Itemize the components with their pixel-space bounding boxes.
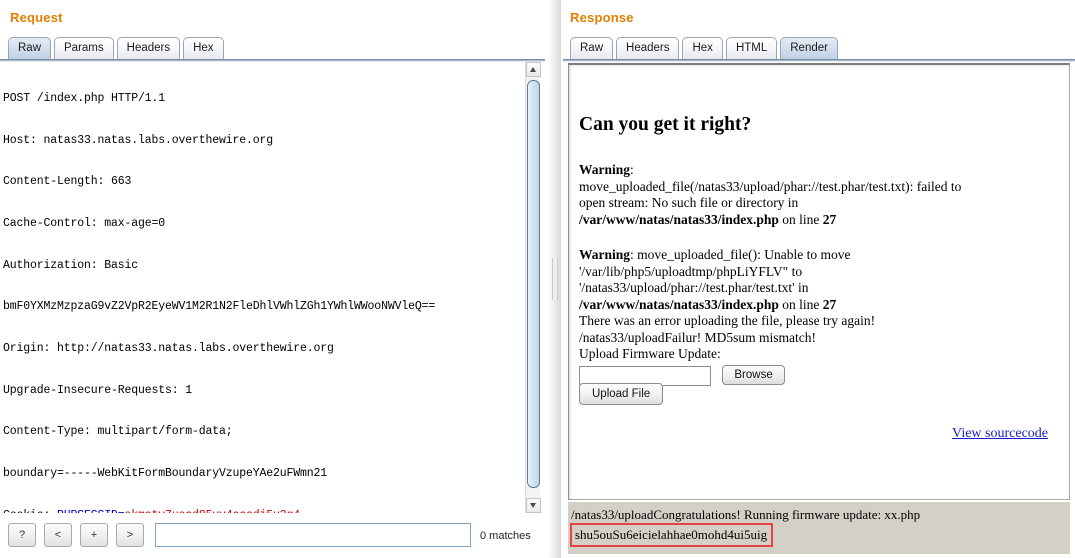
password-highlight-box: shu5ouSu6eicielahhae0mohd4ui5uig [570, 523, 773, 547]
tab-response-hex[interactable]: Hex [682, 37, 722, 59]
request-raw-text-area[interactable]: POST /index.php HTTP/1.1 Host: natas33.n… [0, 62, 545, 513]
request-line-cookie: Cookie: PHPSESSID=akmctv7uecd85vv4cccdj5… [3, 509, 523, 513]
request-line: Cache-Control: max-age=0 [3, 217, 523, 231]
warning-2-body-line2: '/var/lib/php5/uploadtmp/phpLiYFLV" to [579, 264, 1054, 281]
request-panel-title: Request [10, 10, 63, 25]
warning-1-label-line: Warning: [579, 162, 1054, 179]
search-add-button[interactable]: + [80, 523, 108, 547]
warning-2-on-line-text: on line [779, 297, 823, 312]
panel-splitter[interactable] [548, 0, 561, 558]
php-warning-2: Warning: move_uploaded_file(): Unable to… [579, 247, 1054, 363]
request-line: Upgrade-Insecure-Requests: 1 [3, 384, 523, 398]
request-line: boundary=-----WebKitFormBoundaryVzupeYAe… [3, 467, 523, 481]
request-line: Content-Type: multipart/form-data; [3, 425, 523, 439]
view-source-container: View sourcecode [579, 425, 1054, 443]
request-line: Authorization: Basic [3, 259, 523, 273]
warning-2-label-line: Warning: move_uploaded_file(): Unable to… [579, 247, 1054, 264]
search-help-button[interactable]: ? [8, 523, 36, 547]
request-line-authorization-token: bmF0YXMzMzpzaG9vZ2VpR2EyeWV1M2R1N2FleDhl… [3, 300, 523, 314]
warning-2-body-line1: move_uploaded_file(): Unable to move [637, 247, 850, 262]
warning-1-body-line2: open stream: No such file or directory i… [579, 195, 1054, 212]
upload-file-button[interactable]: Upload File [579, 383, 663, 405]
response-panel: Response Raw Headers Hex HTML Render Can… [563, 0, 1075, 558]
upload-error-line: There was an error uploading the file, p… [579, 313, 1054, 330]
burp-suite-window: Request Raw Params Headers Hex POST /ind… [0, 0, 1075, 558]
php-warning-1: Warning: move_uploaded_file(/natas33/upl… [579, 162, 1054, 228]
md5sum-mismatch-line: /natas33/uploadFailur! MD5sum mismatch! [579, 330, 1054, 347]
warning-1-line-number: 27 [823, 212, 837, 227]
view-sourcecode-link[interactable]: View sourcecode [952, 426, 1048, 441]
warning-2-body-line3: '/natas33/upload/phar://test.phar/test.t… [579, 280, 1054, 297]
tab-response-render[interactable]: Render [780, 37, 838, 59]
search-match-count: 0 matches [480, 530, 531, 542]
request-tabstrip: Raw Params Headers Hex [0, 35, 545, 59]
warning-1-body-line1: move_uploaded_file(/natas33/upload/phar:… [579, 179, 1054, 196]
tab-request-raw[interactable]: Raw [8, 37, 51, 59]
scrollbar-thumb[interactable] [527, 80, 540, 488]
upload-form-label: Upload Firmware Update: [579, 346, 1054, 363]
browse-button[interactable]: Browse [722, 365, 784, 385]
warning-2-path-line: /var/www/natas/natas33/index.php on line… [579, 297, 1054, 314]
splitter-grip-handle[interactable] [552, 258, 558, 300]
request-line: POST /index.php HTTP/1.1 [3, 92, 523, 106]
search-next-button[interactable]: > [116, 523, 144, 547]
response-render-frame: Can you get it right? Warning: move_uplo… [568, 63, 1070, 500]
response-tabstrip: Raw Headers Hex HTML Render [563, 35, 1075, 59]
search-previous-button[interactable]: < [44, 523, 72, 547]
response-panel-title: Response [570, 10, 634, 25]
response-status-area: /natas33/uploadCongratulations! Running … [568, 502, 1070, 554]
warning-2-line-number: 27 [823, 297, 837, 312]
upload-form: Browse Upload File [579, 366, 1054, 403]
warning-2-file-path: /var/www/natas/natas33/index.php [579, 297, 779, 312]
password-value: shu5ouSu6eicielahhae0mohd4ui5uig [575, 527, 767, 542]
warning-label: Warning [579, 162, 630, 177]
page-heading: Can you get it right? [579, 114, 1054, 136]
request-panel: Request Raw Params Headers Hex POST /ind… [0, 0, 545, 558]
search-input[interactable] [155, 523, 471, 547]
warning-1-path-line: /var/www/natas/natas33/index.php on line… [579, 212, 1054, 229]
warning-1-file-path: /var/www/natas/natas33/index.php [579, 212, 779, 227]
warning-colon: : [630, 162, 634, 177]
tab-request-headers[interactable]: Headers [117, 37, 180, 59]
request-line: Content-Length: 663 [3, 175, 523, 189]
status-congratulations-line: /natas33/uploadCongratulations! Running … [571, 507, 920, 523]
request-line: Origin: http://natas33.natas.labs.overth… [3, 342, 523, 356]
scroll-down-arrow-icon[interactable] [526, 498, 541, 513]
tab-request-hex[interactable]: Hex [183, 37, 223, 59]
request-vertical-scrollbar[interactable] [525, 62, 540, 513]
request-line: Host: natas33.natas.labs.overthewire.org [3, 134, 523, 148]
request-search-bar: ? < + > 0 matches [0, 516, 545, 558]
rendered-html-document: Can you get it right? Warning: move_uplo… [579, 67, 1054, 442]
tab-response-headers[interactable]: Headers [616, 37, 679, 59]
scroll-up-arrow-icon[interactable] [526, 62, 541, 77]
tab-response-html[interactable]: HTML [726, 37, 777, 59]
response-tabstrip-rule [563, 59, 1075, 62]
tab-request-params[interactable]: Params [54, 37, 114, 59]
tab-response-raw[interactable]: Raw [570, 37, 613, 59]
warning-label: Warning [579, 247, 630, 262]
warning-1-on-line-text: on line [779, 212, 823, 227]
request-raw-content: POST /index.php HTTP/1.1 Host: natas33.n… [3, 64, 523, 513]
